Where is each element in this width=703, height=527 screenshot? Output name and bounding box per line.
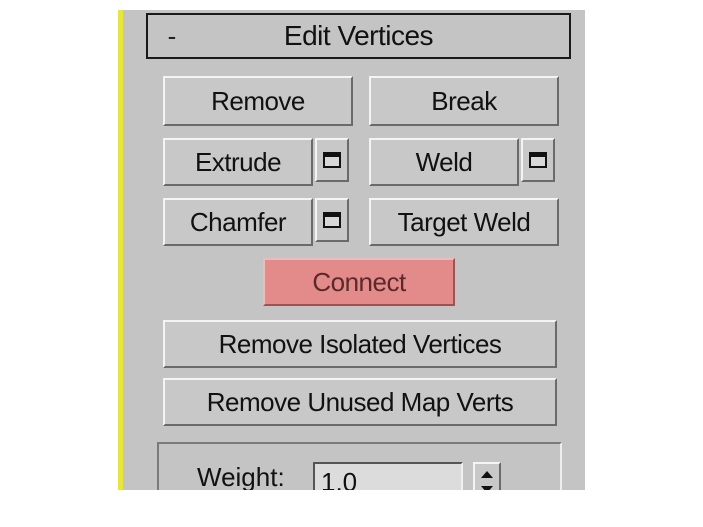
- weld-settings-button[interactable]: [521, 138, 555, 182]
- settings-dialog-icon: [529, 152, 547, 168]
- chamfer-settings-button[interactable]: [315, 198, 349, 242]
- extrude-settings-button[interactable]: [315, 138, 349, 182]
- chamfer-button[interactable]: Chamfer: [163, 198, 313, 246]
- target-weld-button[interactable]: Target Weld: [369, 198, 559, 246]
- rollout-header-edit-vertices[interactable]: - Edit Vertices: [146, 13, 571, 59]
- remove-isolated-vertices-button[interactable]: Remove Isolated Vertices: [163, 320, 557, 368]
- weld-button[interactable]: Weld: [369, 138, 519, 186]
- remove-button[interactable]: Remove: [163, 76, 353, 126]
- settings-dialog-icon: [323, 152, 341, 168]
- spinner-up-icon[interactable]: [481, 471, 493, 479]
- command-panel: - Edit Vertices Remove Break Extrude Wel…: [123, 10, 585, 490]
- spinner-down-icon[interactable]: [481, 485, 493, 490]
- extrude-button[interactable]: Extrude: [163, 138, 313, 186]
- weight-input[interactable]: [313, 462, 463, 490]
- weight-spinner[interactable]: [473, 462, 501, 490]
- remove-unused-map-verts-button[interactable]: Remove Unused Map Verts: [163, 378, 557, 426]
- rollout-collapse-toggle[interactable]: -: [148, 23, 196, 49]
- connect-button[interactable]: Connect: [263, 258, 455, 306]
- weight-label: Weight:: [197, 462, 285, 490]
- settings-dialog-icon: [323, 212, 341, 228]
- rollout-title: Edit Vertices: [283, 20, 434, 51]
- break-button[interactable]: Break: [369, 76, 559, 126]
